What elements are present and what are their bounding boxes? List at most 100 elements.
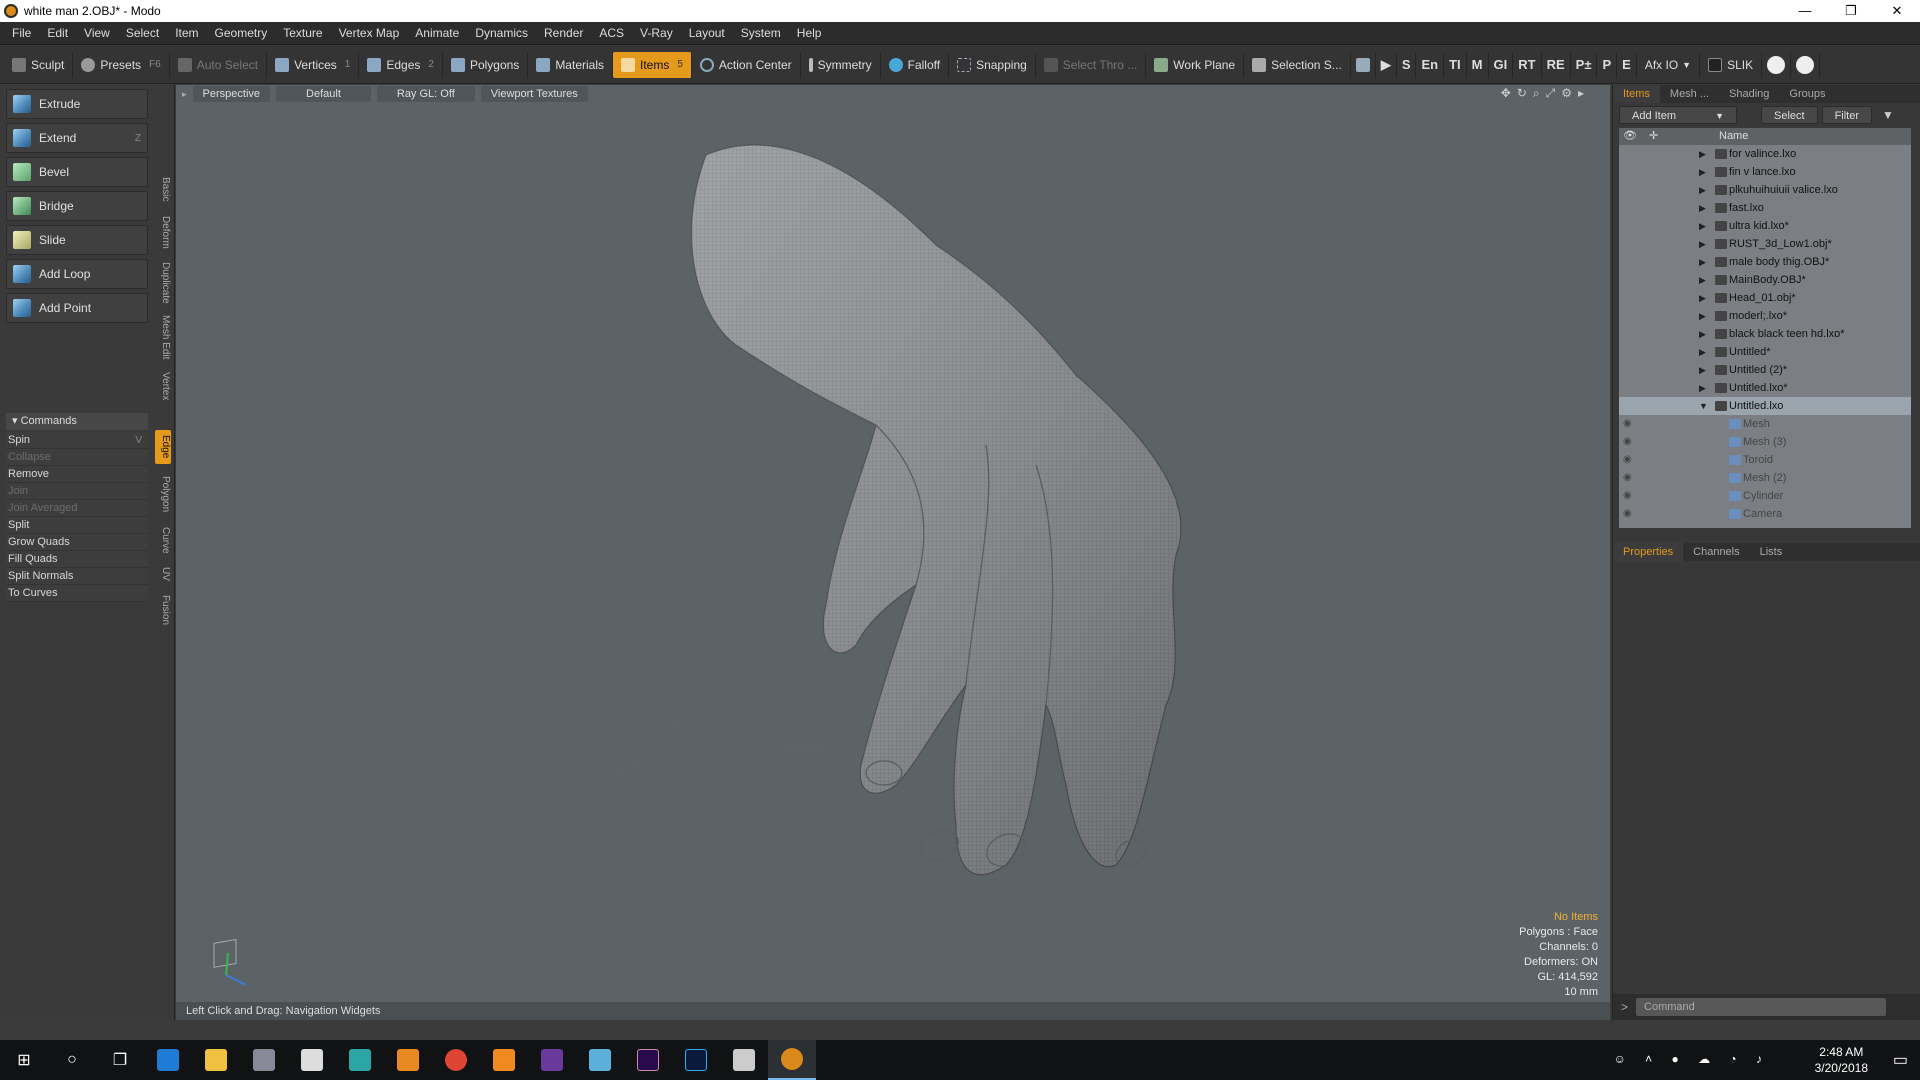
- falloff-button[interactable]: Falloff: [881, 51, 950, 78]
- sculpt-button[interactable]: Sculpt: [4, 51, 74, 78]
- taskbar-app2[interactable]: [240, 1040, 288, 1080]
- add-item-dropdown[interactable]: Add Item ▼: [1619, 106, 1737, 124]
- auto-select-button[interactable]: Auto Select: [170, 51, 268, 78]
- toolbar-m[interactable]: M: [1467, 51, 1489, 78]
- taskbar-chrome[interactable]: [432, 1040, 480, 1080]
- toolbar-rt[interactable]: RT: [1513, 51, 1542, 78]
- task-view-button[interactable]: ❐: [96, 1040, 144, 1080]
- command-grow-quads[interactable]: Grow Quads: [6, 534, 148, 551]
- menu-geometry[interactable]: Geometry: [207, 22, 276, 45]
- taskbar-calculator[interactable]: [288, 1040, 336, 1080]
- menu-texture[interactable]: Texture: [275, 22, 330, 45]
- toolbar-gi[interactable]: GI: [1489, 51, 1514, 78]
- expand-arrow-icon[interactable]: ▶: [1699, 253, 1706, 271]
- tree-child-item[interactable]: ◉ Toroid: [1619, 451, 1911, 469]
- eye-icon[interactable]: ◉: [1623, 433, 1632, 451]
- materials-button[interactable]: Materials: [528, 51, 613, 78]
- eye-icon[interactable]: ◉: [1623, 451, 1632, 469]
- slik-button[interactable]: SLIK: [1700, 51, 1763, 78]
- select-through-button[interactable]: Select Thro ...: [1036, 51, 1147, 78]
- taskbar-app9[interactable]: [576, 1040, 624, 1080]
- taskbar-clock[interactable]: 2:48 AM 3/20/2018: [1815, 1044, 1868, 1076]
- vtab-duplicate[interactable]: Duplicate: [155, 258, 171, 308]
- tree-child-item[interactable]: ◉ Cylinder: [1619, 487, 1911, 505]
- expand-arrow-icon[interactable]: ▶: [1699, 343, 1706, 361]
- tree-child-item[interactable]: ◉ Mesh (3): [1619, 433, 1911, 451]
- menu-item[interactable]: Item: [167, 22, 206, 45]
- tree-scene-item[interactable]: ▶ for valince.lxo: [1619, 145, 1911, 163]
- filter-button[interactable]: Filter: [1821, 106, 1873, 124]
- toolbar-s[interactable]: S: [1397, 51, 1417, 78]
- extend-button[interactable]: Extend Z: [6, 123, 148, 153]
- menu-file[interactable]: File: [4, 22, 39, 45]
- eye-icon[interactable]: ◉: [1623, 505, 1632, 523]
- command-fill-quads[interactable]: Fill Quads: [6, 551, 148, 568]
- tab-shading[interactable]: Shading: [1719, 85, 1779, 103]
- vtab-deform[interactable]: Deform: [155, 210, 171, 254]
- menu-render[interactable]: Render: [536, 22, 591, 45]
- eye-icon[interactable]: ◉: [1623, 415, 1632, 433]
- taskbar-app5[interactable]: [384, 1040, 432, 1080]
- menu-vray[interactable]: V-Ray: [632, 22, 681, 45]
- presets-button[interactable]: Presets F6: [73, 51, 170, 78]
- menu-select[interactable]: Select: [118, 22, 167, 45]
- taskbar-photoshop[interactable]: [672, 1040, 720, 1080]
- tree-scene-item[interactable]: ▶ MainBody.OBJ*: [1619, 271, 1911, 289]
- tab-channels[interactable]: Channels: [1683, 543, 1749, 561]
- command-to-curves[interactable]: To Curves: [6, 585, 148, 602]
- taskbar-explorer[interactable]: [192, 1040, 240, 1080]
- expand-arrow-icon[interactable]: ▶: [1699, 145, 1706, 163]
- bridge-button[interactable]: Bridge: [6, 191, 148, 221]
- polygons-button[interactable]: Polygons: [443, 51, 529, 78]
- toolbar-e[interactable]: E: [1617, 51, 1637, 78]
- expand-arrow-icon[interactable]: ▶: [1699, 289, 1706, 307]
- tree-scene-item[interactable]: ▶ fast.lxo: [1619, 199, 1911, 217]
- select-button[interactable]: Select: [1761, 106, 1818, 124]
- tree-child-item[interactable]: ◉ Mesh: [1619, 415, 1911, 433]
- unreal-button[interactable]: [1791, 51, 1821, 78]
- items-button[interactable]: Items 5: [613, 51, 692, 78]
- tree-scene-item[interactable]: ▶ Head_01.obj*: [1619, 289, 1911, 307]
- commands-header[interactable]: ▾ Commands: [6, 413, 148, 430]
- action-center-button[interactable]: Action Center: [692, 51, 801, 78]
- notification-icon[interactable]: ▭: [1893, 1050, 1908, 1070]
- vtab-vertex[interactable]: Vertex: [155, 366, 171, 406]
- menu-system[interactable]: System: [733, 22, 789, 45]
- expand-arrow-icon[interactable]: ▶: [1699, 325, 1706, 343]
- tab-lists[interactable]: Lists: [1750, 543, 1793, 561]
- edges-button[interactable]: Edges 2: [359, 51, 443, 78]
- expand-arrow-icon[interactable]: ▶: [1699, 217, 1706, 235]
- menu-view[interactable]: View: [76, 22, 118, 45]
- tree-scene-item[interactable]: ▶ Untitled*: [1619, 343, 1911, 361]
- unity-button[interactable]: [1762, 51, 1792, 78]
- command-input[interactable]: Command: [1636, 998, 1887, 1016]
- toolbar-en[interactable]: En: [1416, 51, 1445, 78]
- taskbar-modo[interactable]: [768, 1040, 816, 1080]
- toolbar-ti[interactable]: TI: [1444, 51, 1467, 78]
- tree-child-item[interactable]: ◉ Mesh (2): [1619, 469, 1911, 487]
- vtab-basic[interactable]: Basic: [155, 172, 171, 206]
- taskbar-app8[interactable]: [528, 1040, 576, 1080]
- command-spin[interactable]: Spin V: [6, 432, 148, 449]
- vtab-polygon[interactable]: Polygon: [155, 470, 171, 518]
- tree-child-item[interactable]: ◉ Camera: [1619, 505, 1911, 523]
- afx-io-dropdown[interactable]: Afx IO ▼: [1637, 51, 1701, 78]
- maximize-button[interactable]: ❐: [1828, 0, 1874, 22]
- tree-scene-item[interactable]: ▶ black black teen hd.lxo*: [1619, 325, 1911, 343]
- menu-help[interactable]: Help: [789, 22, 830, 45]
- command-split[interactable]: Split: [6, 517, 148, 534]
- tab-groups[interactable]: Groups: [1779, 85, 1835, 103]
- vtab-curve[interactable]: Curve: [155, 522, 171, 558]
- tree-scene-item[interactable]: ▶ male body thig.OBJ*: [1619, 253, 1911, 271]
- name-column[interactable]: Name: [1719, 128, 1748, 145]
- vtab-edge[interactable]: Edge: [155, 430, 171, 464]
- taskbar-edge[interactable]: [144, 1040, 192, 1080]
- eye-icon[interactable]: ◉: [1623, 487, 1632, 505]
- tab-mesh[interactable]: Mesh ...: [1660, 85, 1719, 103]
- expand-arrow-icon[interactable]: ▶: [1699, 379, 1706, 397]
- menu-dynamics[interactable]: Dynamics: [467, 22, 536, 45]
- taskbar-premiere[interactable]: [624, 1040, 672, 1080]
- vtab-fusion[interactable]: Fusion: [155, 590, 171, 630]
- menu-animate[interactable]: Animate: [407, 22, 467, 45]
- selection-sets-button[interactable]: Selection S...: [1244, 51, 1351, 78]
